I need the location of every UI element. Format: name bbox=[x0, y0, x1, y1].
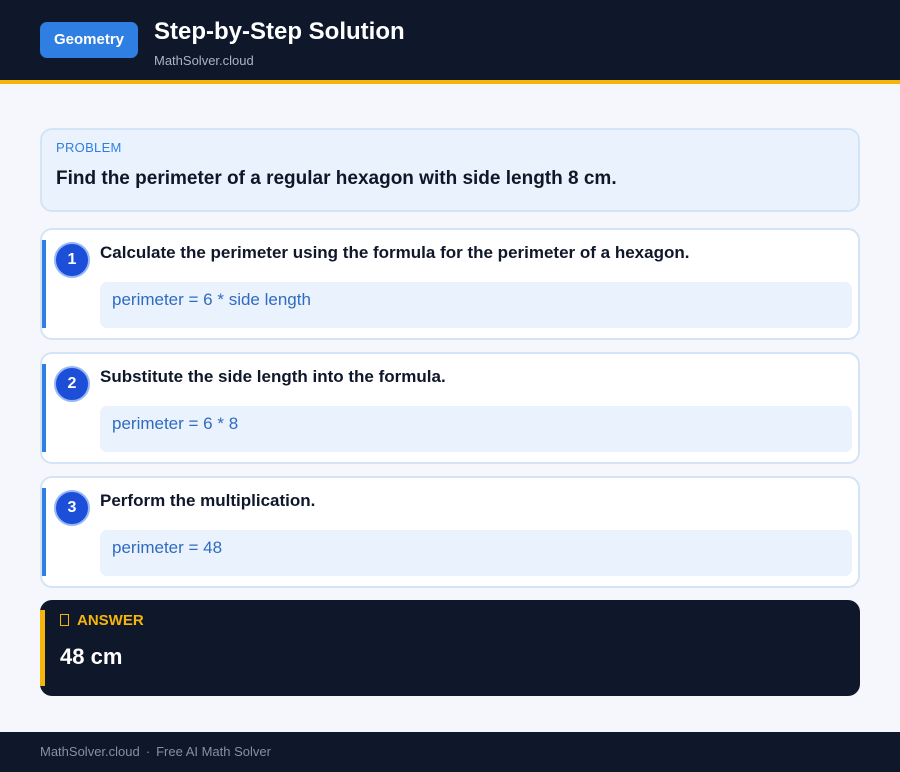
problem-label: PROBLEM bbox=[56, 140, 122, 155]
answer-value: 48 cm bbox=[60, 644, 123, 669]
step-number: 3 bbox=[54, 490, 90, 526]
step-title: Perform the multiplication. bbox=[100, 491, 316, 510]
footer-tagline: Free AI Math Solver bbox=[156, 744, 271, 759]
step-accent-bar bbox=[42, 364, 46, 452]
footer: MathSolver.cloud · Free AI Math Solver bbox=[0, 732, 900, 772]
step-number: 2 bbox=[54, 366, 90, 402]
step-title: Calculate the perimeter using the formul… bbox=[100, 243, 690, 262]
site-name: MathSolver.cloud bbox=[154, 53, 254, 68]
footer-separator: · bbox=[145, 744, 151, 759]
step-formula: perimeter = 6 * side length bbox=[100, 282, 852, 328]
step-card-3: 3 Perform the multiplication. perimeter … bbox=[40, 476, 860, 588]
footer-text: MathSolver.cloud · Free AI Math Solver bbox=[40, 744, 271, 759]
page-title: Step-by-Step Solution bbox=[154, 18, 405, 45]
step-title: Substitute the side length into the form… bbox=[100, 367, 446, 386]
answer-accent-bar bbox=[40, 610, 45, 686]
problem-card: PROBLEM Find the perimeter of a regular … bbox=[40, 128, 860, 212]
category-badge[interactable]: Geometry bbox=[40, 22, 138, 58]
step-card-1: 1 Calculate the perimeter using the form… bbox=[40, 228, 860, 340]
step-accent-bar bbox=[42, 240, 46, 328]
answer-label-text: ANSWER bbox=[77, 612, 144, 629]
answer-card: ANSWER 48 cm bbox=[40, 600, 860, 696]
footer-site-link[interactable]: MathSolver.cloud bbox=[40, 744, 140, 759]
step-formula: perimeter = 6 * 8 bbox=[100, 406, 852, 452]
header: Geometry Step-by-Step Solution MathSolve… bbox=[0, 0, 900, 84]
step-number: 1 bbox=[54, 242, 90, 278]
step-card-2: 2 Substitute the side length into the fo… bbox=[40, 352, 860, 464]
answer-icon bbox=[60, 614, 69, 626]
answer-label: ANSWER bbox=[60, 612, 144, 629]
problem-text: Find the perimeter of a regular hexagon … bbox=[56, 168, 617, 189]
step-formula: perimeter = 48 bbox=[100, 530, 852, 576]
step-accent-bar bbox=[42, 488, 46, 576]
